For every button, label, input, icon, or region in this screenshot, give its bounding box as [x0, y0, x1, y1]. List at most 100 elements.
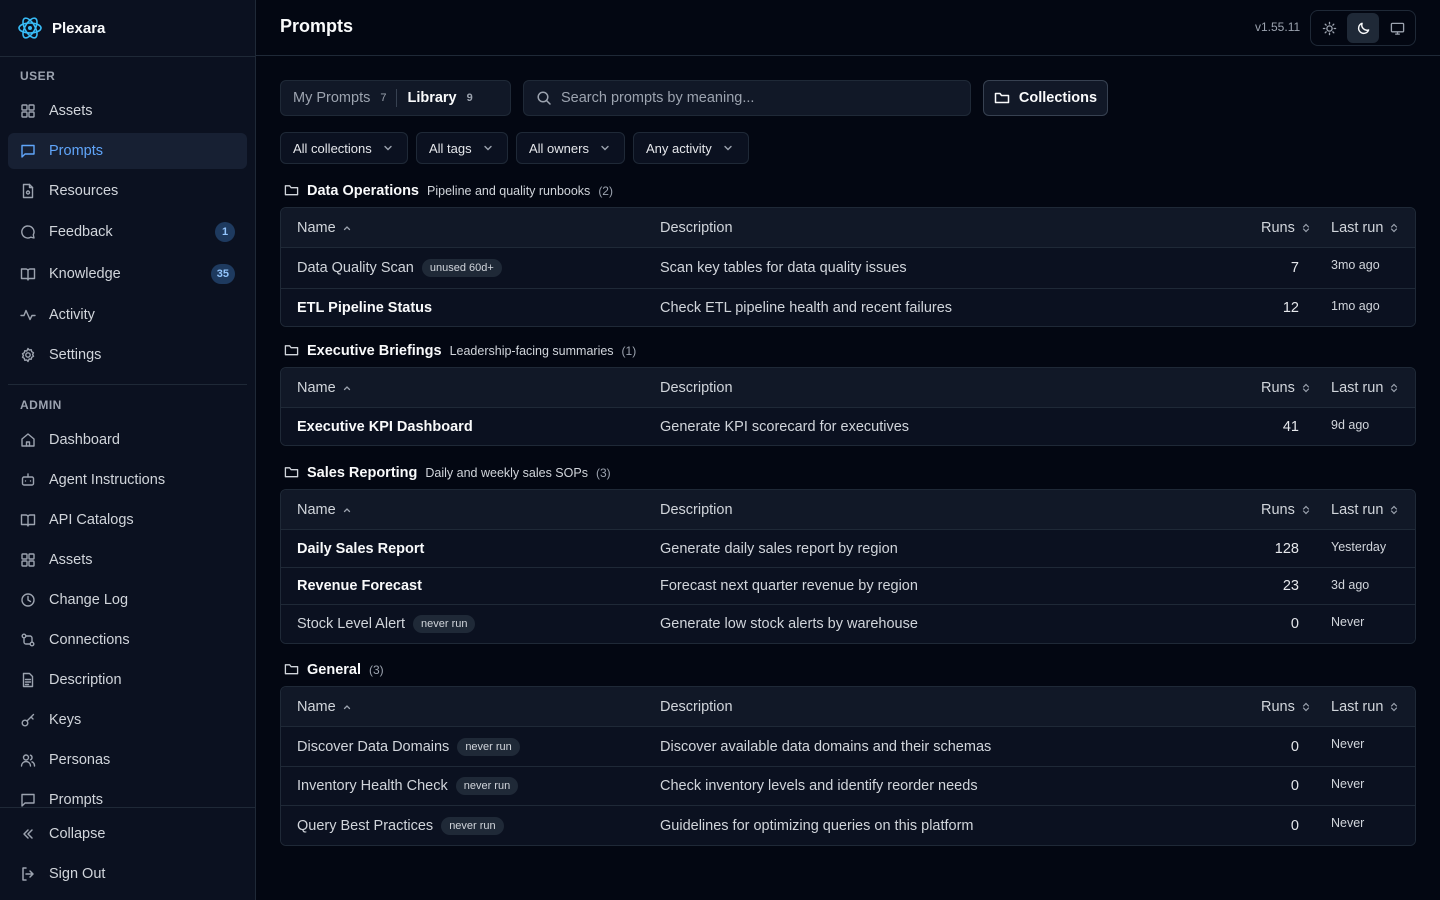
runs-column-header[interactable]: Runs	[1261, 368, 1311, 408]
prompt-name-cell: Inventory Health Check never run	[297, 767, 519, 805]
prompt-name-cell: Revenue Forecast	[297, 568, 422, 604]
prompt-name-cell: Query Best Practices never run	[297, 806, 504, 845]
runs-column-header[interactable]: Runs	[1261, 490, 1311, 530]
description-column-header: Description	[660, 687, 733, 727]
table-row[interactable]: Revenue Forecast Forecast next quarter re…	[281, 568, 1415, 605]
collapse-button[interactable]: Collapse	[8, 816, 247, 852]
bot-icon	[20, 472, 36, 488]
collections-filter[interactable]: All collections	[280, 132, 408, 164]
column-label: Name	[297, 502, 336, 518]
last-run: Never	[1331, 816, 1365, 830]
sidebar-item-admin-assets[interactable]: Assets	[8, 542, 247, 578]
sidebar-item-admin-connections[interactable]: Connections	[8, 622, 247, 658]
name-column-header[interactable]: Name	[297, 687, 352, 727]
table-header: Name Description Runs Last run	[281, 368, 1415, 408]
table-row[interactable]: Query Best Practices never run Guidelines …	[281, 806, 1415, 845]
prompt-name: Discover Data Domains	[297, 738, 450, 755]
dark-theme-button[interactable]	[1347, 13, 1379, 43]
sidebar-item-feedback[interactable]: Feedback 1	[8, 214, 247, 250]
sidebar-item-prompts[interactable]: Prompts	[8, 133, 247, 169]
name-column-header[interactable]: Name	[297, 208, 352, 248]
sidebar-item-label: Settings	[49, 347, 102, 363]
prompt-name: Query Best Practices	[297, 817, 434, 834]
folder-icon	[284, 662, 299, 676]
prompt-name-cell: Stock Level Alert never run	[297, 605, 476, 643]
group-name: Sales Reporting	[307, 465, 418, 481]
table-row[interactable]: Stock Level Alert never run Generate low s…	[281, 605, 1415, 643]
users-icon	[20, 752, 36, 768]
sidebar-item-resources[interactable]: Resources	[8, 173, 247, 209]
status-badge: never run	[457, 737, 520, 756]
sidebar-item-label: Prompts	[49, 143, 103, 159]
sidebar-item-settings[interactable]: Settings	[8, 337, 247, 373]
tab-count: 9	[466, 92, 473, 104]
light-theme-button[interactable]	[1313, 13, 1345, 43]
message-square-icon	[20, 143, 36, 159]
sidebar-item-label: Feedback	[49, 224, 113, 240]
last-run-column-header[interactable]: Last run	[1331, 687, 1399, 727]
sidebar-item-admin-agent-instructions[interactable]: Agent Instructions	[8, 462, 247, 498]
sidebar-item-admin-api-catalogs[interactable]: API Catalogs	[8, 502, 247, 538]
sidebar-item-label: Prompts	[49, 792, 103, 807]
sidebar-item-knowledge[interactable]: Knowledge 35	[8, 256, 247, 292]
table-row[interactable]: Executive KPI Dashboard Generate KPI scor…	[281, 408, 1415, 445]
sidebar-item-admin-description[interactable]: Description	[8, 662, 247, 698]
sidebar-item-activity[interactable]: Activity	[8, 297, 247, 333]
sidebar-item-admin-change-log[interactable]: Change Log	[8, 582, 247, 618]
prompt-description: Discover available data domains and thei…	[660, 738, 992, 755]
sidebar-item-label: Resources	[49, 183, 119, 199]
table-row[interactable]: Data Quality Scan unused 60d+ Scan key tab…	[281, 248, 1415, 289]
sidebar-item-admin-prompts[interactable]: Prompts	[8, 782, 247, 807]
sidebar-item-admin-dashboard[interactable]: Dashboard	[8, 422, 247, 458]
sidebar-item-label: Agent Instructions	[49, 472, 166, 488]
tags-filter[interactable]: All tags	[416, 132, 508, 164]
table-header: Name Description Runs Last run	[281, 687, 1415, 727]
table-row[interactable]: Daily Sales Report Generate daily sales r…	[281, 530, 1415, 568]
last-run: 3mo ago	[1331, 258, 1380, 272]
sort-asc-icon	[342, 223, 352, 233]
top-header: Prompts v1.55.11	[256, 0, 1440, 56]
owners-filter[interactable]: All owners	[516, 132, 625, 164]
activity-filter[interactable]: Any activity	[633, 132, 749, 164]
runs-column-header[interactable]: Runs	[1261, 208, 1311, 248]
sign-out-button[interactable]: Sign Out	[8, 856, 247, 892]
tab-library[interactable]: Library 9	[397, 83, 482, 113]
collections-button[interactable]: Collections	[983, 80, 1108, 116]
prompt-name-cell: Data Quality Scan unused 60d+	[297, 248, 502, 288]
search-input[interactable]	[561, 90, 951, 106]
sidebar-item-label: Activity	[49, 307, 95, 323]
name-column-header[interactable]: Name	[297, 490, 352, 530]
prompt-name-cell: Executive KPI Dashboard	[297, 408, 473, 445]
section-label-user: USER	[20, 69, 56, 83]
sidebar-item-admin-keys[interactable]: Keys	[8, 702, 247, 738]
grid-icon	[20, 552, 36, 568]
log-out-icon	[20, 866, 36, 882]
name-column-header[interactable]: Name	[297, 368, 352, 408]
last-run-column-header[interactable]: Last run	[1331, 368, 1399, 408]
last-run-column-header[interactable]: Last run	[1331, 208, 1399, 248]
table-row[interactable]: ETL Pipeline Status Check ETL pipeline he…	[281, 289, 1415, 326]
last-run: 3d ago	[1331, 578, 1370, 592]
chevron-down-icon	[382, 142, 394, 154]
tab-my-prompts[interactable]: My Prompts 7	[283, 83, 396, 113]
system-theme-button[interactable]	[1381, 13, 1413, 43]
table-row[interactable]: Inventory Health Check never run Check inv…	[281, 767, 1415, 806]
sidebar-item-assets[interactable]: Assets	[8, 93, 247, 129]
prompts-table-general: Name Description Runs Last run Discover Data…	[280, 686, 1416, 846]
runs-column-header[interactable]: Runs	[1261, 687, 1311, 727]
table-row[interactable]: Discover Data Domains never run Discover a…	[281, 727, 1415, 767]
sidebar-item-admin-personas[interactable]: Personas	[8, 742, 247, 778]
brand[interactable]: Plexara	[17, 14, 105, 42]
last-run-column-header[interactable]: Last run	[1331, 490, 1399, 530]
prompt-name: Executive KPI Dashboard	[297, 418, 473, 435]
run-count: 0	[1290, 738, 1299, 755]
sidebar-item-label: Assets	[49, 552, 93, 568]
last-run: Never	[1331, 777, 1365, 791]
clock-icon	[20, 592, 36, 608]
folder-icon	[284, 183, 299, 197]
prompt-description: Generate daily sales report by region	[660, 540, 898, 557]
filter-label: All owners	[529, 140, 589, 156]
group-description: Pipeline and quality runbooks	[427, 184, 591, 198]
activity-icon	[20, 307, 36, 323]
folder-icon	[284, 465, 299, 479]
